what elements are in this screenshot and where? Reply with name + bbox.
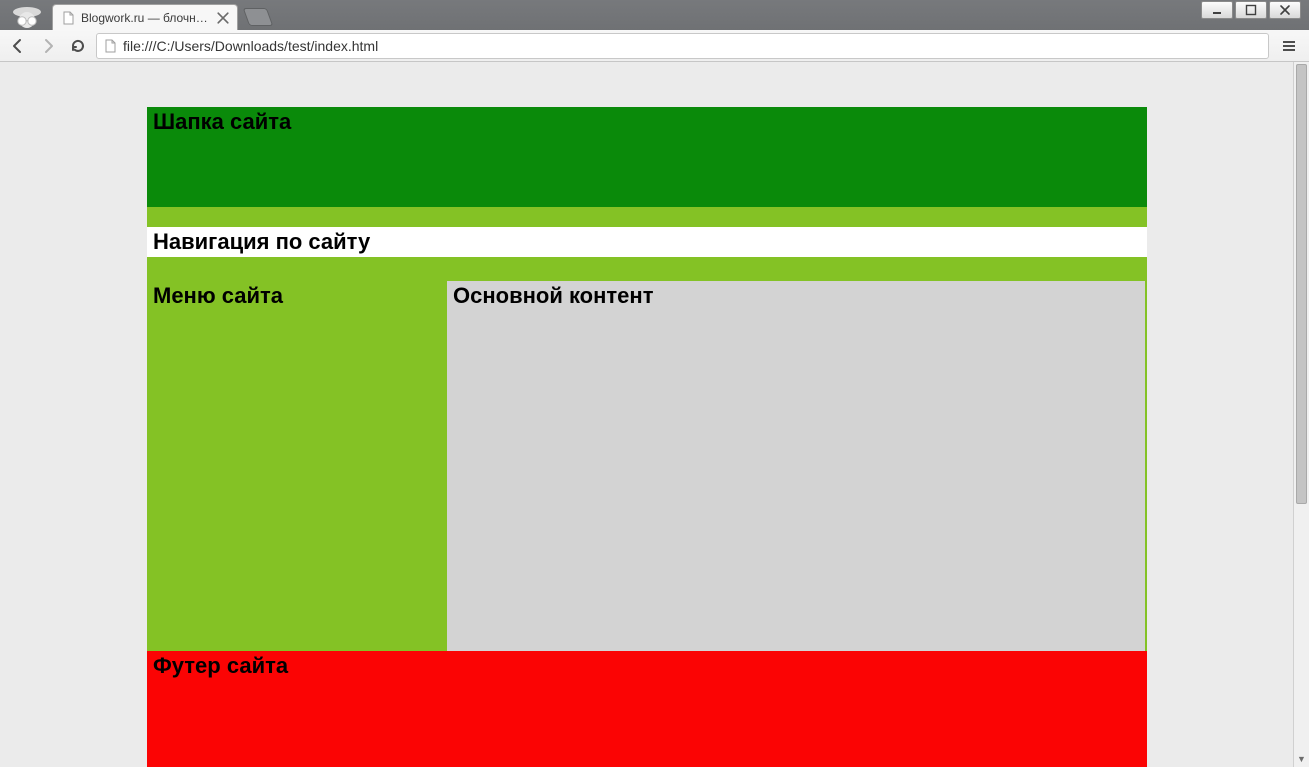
nav-gap	[147, 257, 1147, 281]
incognito-icon	[4, 2, 50, 30]
scroll-down-icon[interactable]: ▼	[1294, 751, 1309, 767]
content-label: Основной контент	[447, 281, 659, 311]
site-menu: Меню сайта	[147, 281, 447, 651]
nav-label: Навигация по сайту	[147, 227, 376, 257]
window-maximize-button[interactable]	[1235, 1, 1267, 19]
viewport: Шапка сайта Навигация по сайту Меню сайт…	[0, 62, 1309, 767]
new-tab-button[interactable]	[243, 8, 274, 26]
menu-label: Меню сайта	[147, 281, 289, 311]
page-favicon-icon	[61, 11, 75, 25]
header-gap	[147, 207, 1147, 227]
tab-close-icon[interactable]	[217, 12, 229, 24]
forward-button[interactable]	[36, 34, 60, 58]
page-body: Шапка сайта Навигация по сайту Меню сайт…	[147, 107, 1147, 767]
window-close-button[interactable]	[1269, 1, 1301, 19]
browser-window: Blogwork.ru — блочная вер	[0, 0, 1309, 767]
vertical-scrollbar[interactable]: ▲ ▼	[1293, 62, 1309, 767]
site-content: Основной контент	[447, 281, 1145, 651]
url-input[interactable]	[123, 38, 1262, 54]
tab-title: Blogwork.ru — блочная вер	[81, 11, 211, 25]
reload-button[interactable]	[66, 34, 90, 58]
address-bar[interactable]	[96, 33, 1269, 59]
tab-strip: Blogwork.ru — блочная вер	[0, 0, 1309, 30]
site-footer: Футер сайта	[147, 651, 1147, 767]
footer-label: Футер сайта	[147, 651, 294, 681]
page-icon	[103, 39, 117, 53]
back-button[interactable]	[6, 34, 30, 58]
site-header: Шапка сайта	[147, 107, 1147, 207]
chrome-menu-button[interactable]	[1275, 33, 1303, 59]
header-label: Шапка сайта	[147, 107, 297, 137]
browser-toolbar	[0, 30, 1309, 62]
site-nav: Навигация по сайту	[147, 227, 1147, 257]
window-minimize-button[interactable]	[1201, 1, 1233, 19]
scroll-thumb[interactable]	[1296, 64, 1307, 504]
main-row: Меню сайта Основной контент	[147, 281, 1147, 651]
browser-tab[interactable]: Blogwork.ru — блочная вер	[52, 4, 238, 30]
